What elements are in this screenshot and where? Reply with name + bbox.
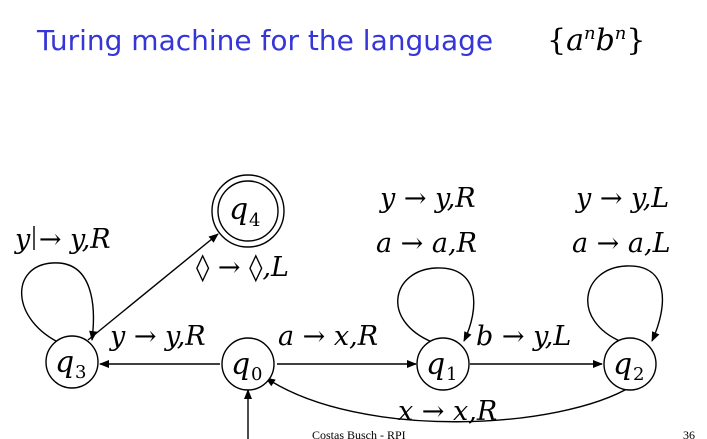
svg-text:q: q — [613, 347, 632, 382]
svg-text:4: 4 — [249, 210, 260, 231]
label-q1-loop-a: a → a,R — [376, 228, 477, 259]
svg-text:1: 1 — [446, 364, 457, 385]
state-q3: q 3 — [45, 335, 99, 389]
loop-q3 — [20, 262, 98, 345]
svg-text:q: q — [229, 192, 248, 227]
label-q3-loop: y → y,R — [14, 224, 111, 255]
svg-text:q: q — [426, 347, 445, 382]
state-q0: q 0 — [221, 337, 275, 391]
footer-author: Costas Busch - RPI — [312, 428, 406, 439]
label-q0-q1: a → x,R — [278, 321, 378, 352]
state-q2: q 2 — [603, 337, 657, 391]
svg-text:q: q — [231, 347, 250, 382]
loop-q1 — [397, 267, 475, 343]
loop-q2 — [587, 265, 664, 343]
svg-text:q: q — [55, 345, 74, 380]
label-q3-q4: ◊ → ◊,L — [196, 252, 289, 283]
svg-text:3: 3 — [75, 362, 86, 383]
svg-text:0: 0 — [251, 364, 262, 385]
state-q1: q 1 — [416, 337, 470, 391]
state-q4-accepting: q 4 — [211, 174, 285, 248]
svg-text:2: 2 — [633, 364, 644, 385]
label-q2-loop-a: a → a,L — [572, 228, 671, 259]
page-number: 36 — [683, 428, 695, 439]
label-q0-q3: y → y,R — [109, 321, 206, 352]
label-q1-loop-y: y → y,R — [379, 183, 476, 214]
label-q2-loop-y: y → y,L — [575, 183, 669, 214]
label-q2-q0: x → x,R — [398, 396, 497, 427]
turing-machine-diagram: q 3 q 0 q 1 q 2 q 4 y → y,R ◊ → ◊,L y → … — [14, 174, 695, 439]
label-q1-q2: b → y,L — [476, 321, 571, 352]
